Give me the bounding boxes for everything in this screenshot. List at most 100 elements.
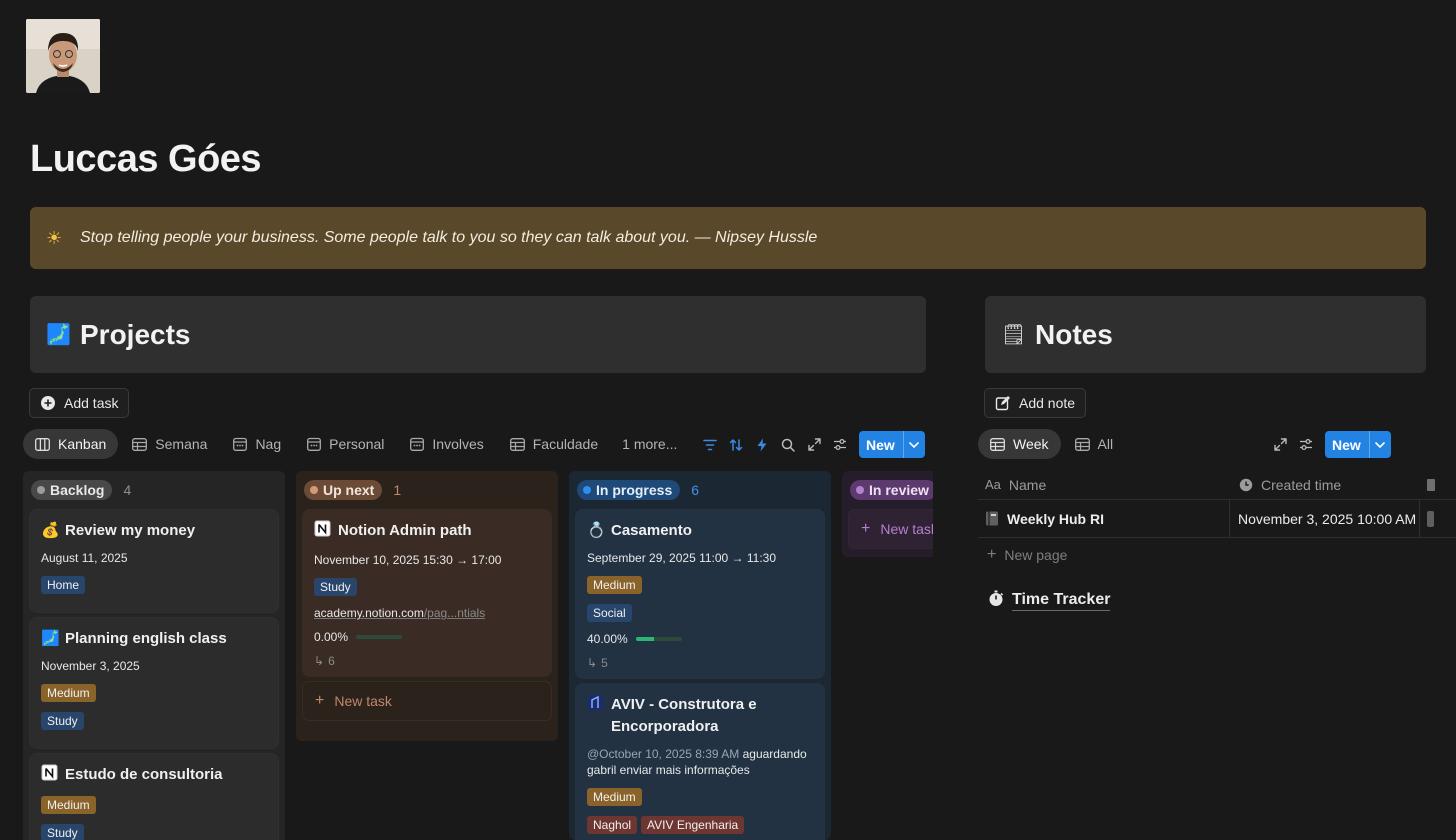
column-count: 4 [123,482,132,498]
card-title: Notion Admin path [338,522,472,539]
plus-icon: + [987,546,997,563]
status-label: Backlog [50,482,105,498]
avatar[interactable] [26,19,100,93]
status-pill-in-progress[interactable]: In progress [577,480,681,500]
tab-more[interactable]: 1 more... [612,429,687,459]
text-property-icon: Aa [985,477,1001,492]
status-pill-in-review[interactable]: In review [850,480,933,500]
status-pill-up-next[interactable]: Up next [304,480,383,500]
notion-icon [41,764,65,788]
new-task-label: New task [334,693,392,709]
tab-faculdade[interactable]: Faculdade [498,429,610,459]
status-pill-backlog[interactable]: Backlog [31,480,113,500]
kanban-card[interactable]: 🗾 Planning english class November 3, 2025… [30,618,278,748]
column-label: Name [1008,476,1047,493]
tag: Study [314,578,357,596]
quote-text: Stop telling people your business. Some … [80,229,818,246]
card-progress: 40.00% [587,632,813,646]
filter-icon[interactable] [697,432,723,458]
add-task-button[interactable]: Add task [29,388,130,418]
tab-all[interactable]: All [1063,429,1126,459]
card-title: Estudo de consultoria [65,766,223,783]
time-tracker-link[interactable]: Time Tracker [988,590,1111,612]
status-dot [856,486,864,494]
new-task-button[interactable]: + New task [849,510,933,548]
table-header: Aa Name Created time [978,470,1456,500]
chevron-down-icon[interactable] [902,431,925,458]
kanban-column-up-next: Up next 1 Notion Admin path November 10,… [296,471,558,741]
card-title: Casamento [611,522,692,539]
new-page-button[interactable]: + New page [978,538,1456,572]
kanban-column-in-progress: In progress 6 💍 Casamento September 29, 2… [569,471,831,840]
cell-name[interactable]: Weekly Hub RI [978,500,1230,537]
settings-sliders-icon[interactable] [827,432,853,458]
building-icon [587,694,611,718]
notes-new-button[interactable]: New [1325,431,1391,458]
add-note-label: Add note [1019,395,1076,411]
card-link[interactable]: academy.notion.com/pag...ntials [314,606,540,620]
kanban-card[interactable]: Notion Admin path November 10, 2025 15:3… [303,510,551,676]
kanban-card[interactable]: AVIV - Construtora e Encorporadora @Octo… [576,684,824,840]
cell-created[interactable]: November 3, 2025 10:00 AM [1230,500,1420,537]
plus-icon: + [315,692,325,709]
tab-kanban[interactable]: Kanban [23,429,119,459]
status-label: Up next [323,482,375,498]
table-icon [1074,437,1090,451]
column-header-created[interactable]: Created time [1230,470,1420,499]
date-mention[interactable]: @October 10, 2025 8:39 AM [587,747,739,761]
kanban-card[interactable]: 💰 Review my money August 11, 2025 Home [30,510,278,612]
tag: Social [587,604,632,622]
subtasks[interactable]: ↳ 6 [314,654,540,668]
chevron-down-icon[interactable] [1368,431,1391,458]
tab-semana[interactable]: Semana [120,429,219,459]
tab-label: Nag [255,436,282,452]
kanban-card[interactable]: 💍 Casamento September 29, 2025 11:00 → 11… [576,510,824,678]
column-header-more[interactable] [1420,470,1450,499]
tag: Medium [587,576,642,594]
notebook-icon [985,511,999,526]
calendar-icon [233,437,248,451]
expand-icon[interactable] [1267,432,1293,458]
page-title: Luccas Góes [30,138,262,180]
link-path: /pag...ntials [423,606,486,620]
calendar-icon [410,437,425,451]
table-row[interactable]: Weekly Hub RI November 3, 2025 10:00 AM [978,500,1456,538]
status-dot [583,486,591,494]
new-task-button[interactable]: + New task [303,682,551,720]
search-icon[interactable] [775,432,801,458]
link-domain: academy.notion.com [314,606,424,620]
card-title: Review my money [65,522,196,539]
progress-fill [635,637,655,641]
tag: Study [41,824,84,840]
notes-header: 🗒 Notes [985,296,1426,373]
edit-icon [995,395,1011,411]
kanban-column-in-review: In review + New task [842,471,933,557]
add-note-button[interactable]: Add note [984,388,1087,418]
cell-overflow [1427,510,1434,527]
column-header-name[interactable]: Aa Name [978,470,1230,499]
progress-bar [356,635,403,639]
cell-more[interactable] [1420,500,1450,537]
card-progress: 0.00% [314,630,540,644]
column-count: 1 [393,482,402,498]
projects-header: 🗾 Projects [30,296,926,373]
settings-sliders-icon[interactable] [1293,432,1319,458]
projects-title: Projects [80,318,191,350]
automation-icon[interactable] [749,432,775,458]
tab-nag[interactable]: Nag [221,429,293,459]
tab-personal[interactable]: Personal [295,429,396,459]
tab-label: All [1097,436,1114,452]
projects-new-button[interactable]: New [859,431,925,458]
expand-icon[interactable] [801,432,827,458]
tag: Medium [41,796,96,814]
notes-toolbar: New [1267,431,1391,458]
card-note: @October 10, 2025 8:39 AM aguardando gab… [587,746,813,778]
kanban-card[interactable]: Estudo de consultoria Medium Study [30,754,278,840]
quote-callout: ☀ Stop telling people your business. Som… [30,207,1426,269]
tab-involves[interactable]: Involves [398,429,495,459]
subtasks[interactable]: ↳ 5 [587,656,813,670]
tab-label: Semana [155,436,208,452]
tab-week[interactable]: Week [978,429,1061,459]
sort-icon[interactable] [723,432,749,458]
status-label: In review [869,482,929,498]
